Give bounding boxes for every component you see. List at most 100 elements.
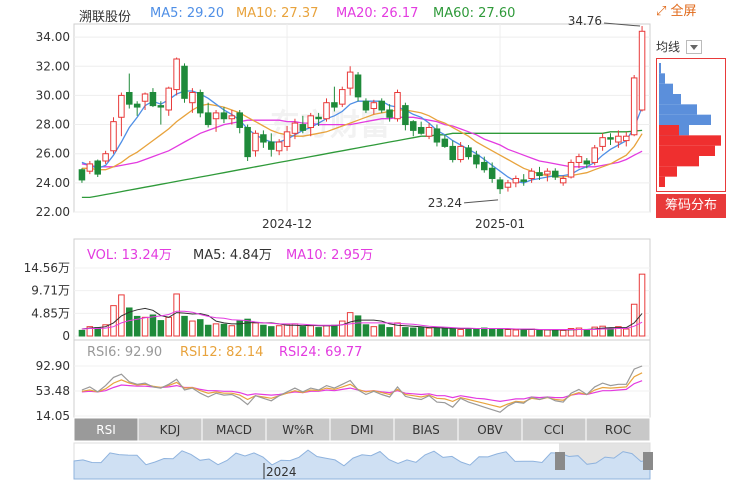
candle — [449, 140, 456, 163]
volume-bar — [544, 329, 551, 337]
volume-bar — [141, 316, 149, 337]
candle-body — [512, 177, 520, 184]
rsi-y-tick-label: 92.90 — [36, 359, 70, 373]
candle — [417, 121, 425, 135]
candle-body — [283, 131, 291, 147]
tab-label: DMI — [350, 423, 373, 437]
indicator-tab-dmi[interactable]: DMI — [329, 417, 395, 442]
candle — [457, 142, 464, 163]
volume-bar — [78, 329, 86, 337]
volume-bar — [512, 329, 520, 337]
chip-loss-bar — [659, 176, 665, 187]
candle — [157, 101, 165, 125]
price-y-tick-label: 24.00 — [36, 176, 70, 190]
volume-bar — [504, 328, 512, 337]
chip-distribution-plot — [659, 63, 721, 187]
indicator-tab-wr[interactable]: W%R — [265, 417, 331, 442]
navigator-left-handle[interactable] — [555, 452, 565, 470]
candle-body — [173, 58, 180, 91]
candle-body — [536, 172, 543, 177]
candle-body — [133, 103, 141, 108]
volume-legend-item: MA10: 2.95万 — [286, 248, 373, 263]
candle — [236, 109, 243, 134]
candle — [94, 159, 101, 178]
candle-body — [544, 170, 551, 175]
moving-average-select[interactable]: 均线 — [656, 38, 703, 55]
candle-body — [299, 124, 307, 131]
indicator-tab-macd[interactable]: MACD — [201, 417, 267, 442]
chip-profit-bar — [659, 114, 711, 125]
candle — [260, 130, 267, 148]
candle — [638, 26, 646, 112]
indicator-tab-kdj[interactable]: KDJ — [137, 417, 203, 442]
candle-body — [504, 182, 512, 188]
chip-profit-bar — [659, 63, 661, 74]
candle — [630, 75, 638, 137]
candle — [394, 89, 401, 122]
stock-chart: 东方财富 34.0032.0030.0028.0026.0024.0022.00… — [24, 14, 653, 480]
navigator-right-handle[interactable] — [643, 452, 653, 470]
chip-loss-bar — [659, 156, 699, 167]
volume-bar — [260, 324, 267, 337]
chip-loss-bar — [659, 135, 721, 146]
candle — [323, 98, 330, 122]
tab-label: KDJ — [160, 423, 181, 437]
candle-body — [394, 91, 401, 120]
volume-bar — [204, 324, 212, 337]
candle-body — [204, 112, 212, 126]
tab-label: RSI — [96, 423, 116, 437]
rsi6-line — [81, 365, 643, 413]
navigator-year-label: 2024 — [266, 465, 297, 479]
candle — [149, 88, 157, 108]
price-y-tick-label: 32.00 — [36, 59, 70, 73]
indicator-tab-rsi[interactable]: RSI — [73, 417, 139, 442]
candle-body — [402, 105, 409, 126]
candle-body — [417, 126, 425, 134]
candle — [173, 57, 180, 96]
candle-body — [165, 87, 172, 111]
volume-bar — [378, 324, 385, 337]
volume-bar — [481, 327, 488, 337]
volume-bar — [315, 327, 322, 337]
candle-body — [236, 112, 243, 128]
candle-body — [473, 154, 480, 165]
candle-body — [268, 141, 275, 150]
chip-distribution-button[interactable]: 筹码分布 — [656, 194, 726, 218]
chip-profit-bar — [659, 73, 665, 84]
volume-bar — [425, 327, 433, 337]
candle — [567, 159, 575, 179]
chip-loss-bar — [659, 125, 679, 136]
price-y-tick-label: 26.00 — [36, 147, 70, 161]
candle-body — [275, 141, 283, 152]
volume-bar — [520, 329, 527, 337]
candle-body — [615, 135, 622, 143]
volume-bar — [157, 320, 165, 337]
candle-body — [181, 65, 188, 99]
candle-body — [386, 109, 393, 118]
chip-loss-bar — [659, 166, 677, 177]
indicator-tab-roc[interactable]: ROC — [585, 417, 651, 442]
price-y-tick-label: 34.00 — [36, 30, 70, 44]
candle-body — [110, 121, 117, 152]
chip-profit-bar — [659, 104, 697, 115]
low-price-label: 23.24 — [428, 196, 462, 210]
volume-bar — [323, 325, 330, 337]
indicator-tab-bias[interactable]: BIAS — [393, 417, 459, 442]
volume-bar — [220, 323, 228, 337]
price-x-tick-label: 2025-01 — [475, 217, 525, 231]
volume-bar — [465, 328, 472, 337]
tab-label: OBV — [477, 423, 503, 437]
indicator-tab-obv[interactable]: OBV — [457, 417, 523, 442]
volume-bar — [473, 328, 480, 337]
indicator-tab-cci[interactable]: CCI — [521, 417, 587, 442]
rsi-legend-item: RSI12: 82.14 — [180, 345, 263, 360]
chip-profit-bar — [659, 83, 673, 94]
volume-bar — [638, 273, 646, 337]
fullscreen-button[interactable]: ⤢ 全屏 — [656, 0, 697, 19]
volume-bar — [165, 316, 172, 337]
rsi-y-tick-label: 53.48 — [36, 384, 70, 398]
candle — [204, 102, 212, 128]
candle — [181, 63, 188, 103]
candle — [615, 130, 622, 148]
candle-body — [433, 128, 441, 143]
